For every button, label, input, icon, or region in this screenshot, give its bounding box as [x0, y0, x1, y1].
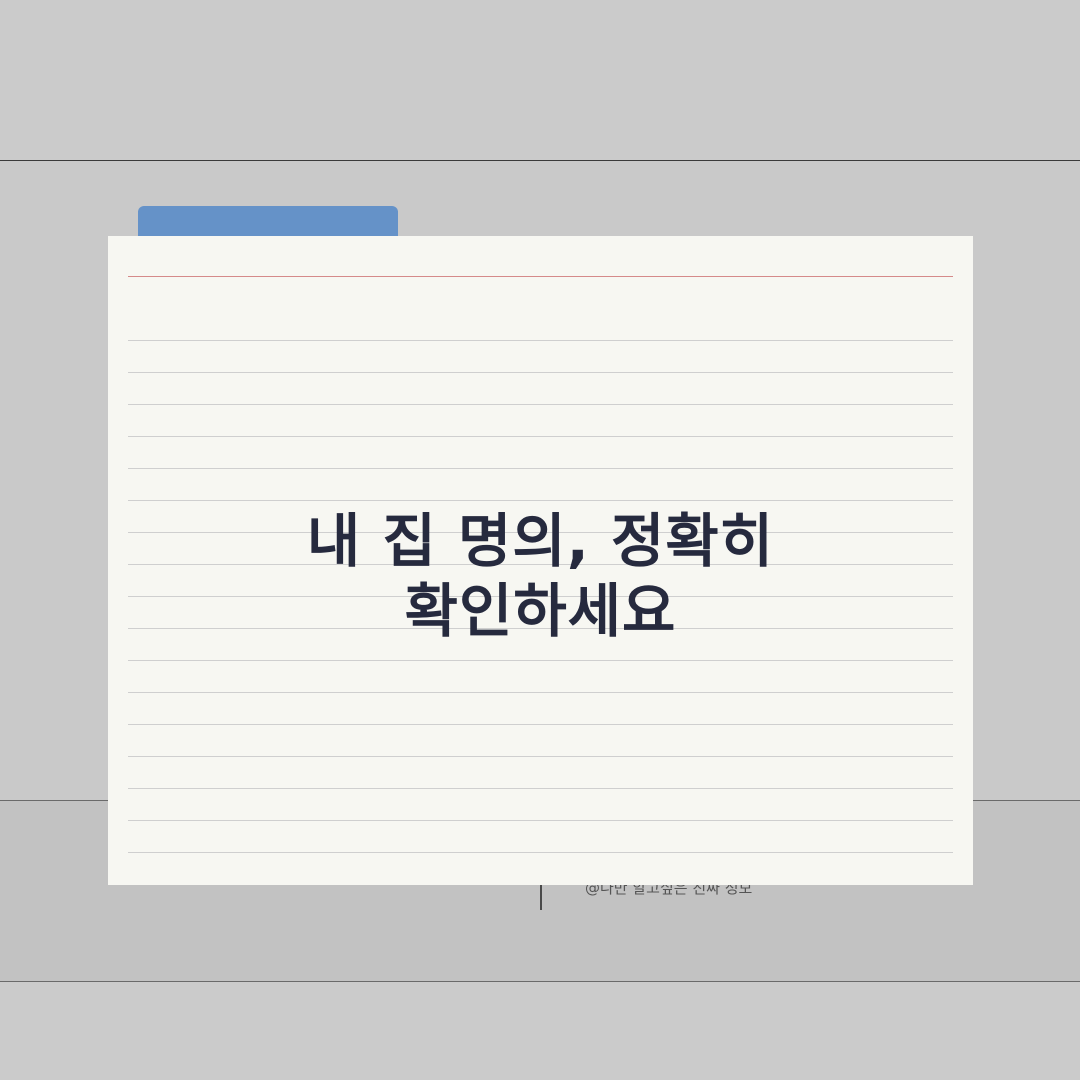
ruled-line	[128, 500, 953, 501]
ruled-line	[128, 724, 953, 725]
ruled-line	[128, 692, 953, 693]
top-band	[0, 0, 1080, 161]
card-title: 내 집 명의, 정확히 확인하세요	[108, 506, 973, 646]
ruled-line	[128, 788, 953, 789]
ruled-line	[128, 852, 953, 853]
ruled-line	[128, 660, 953, 661]
ruled-line	[128, 468, 953, 469]
card-title-line-2: 확인하세요	[404, 577, 677, 645]
note-card: 내 집 명의, 정확히 확인하세요	[108, 236, 973, 885]
ruled-line	[128, 340, 953, 341]
card-margin-line	[128, 276, 953, 277]
ruled-line	[128, 372, 953, 373]
ruled-line	[128, 756, 953, 757]
card-title-line-1: 내 집 명의, 정확히	[306, 507, 775, 575]
foot-band	[0, 982, 1080, 1080]
ruled-line	[128, 436, 953, 437]
ruled-line	[128, 404, 953, 405]
ruled-line	[128, 820, 953, 821]
